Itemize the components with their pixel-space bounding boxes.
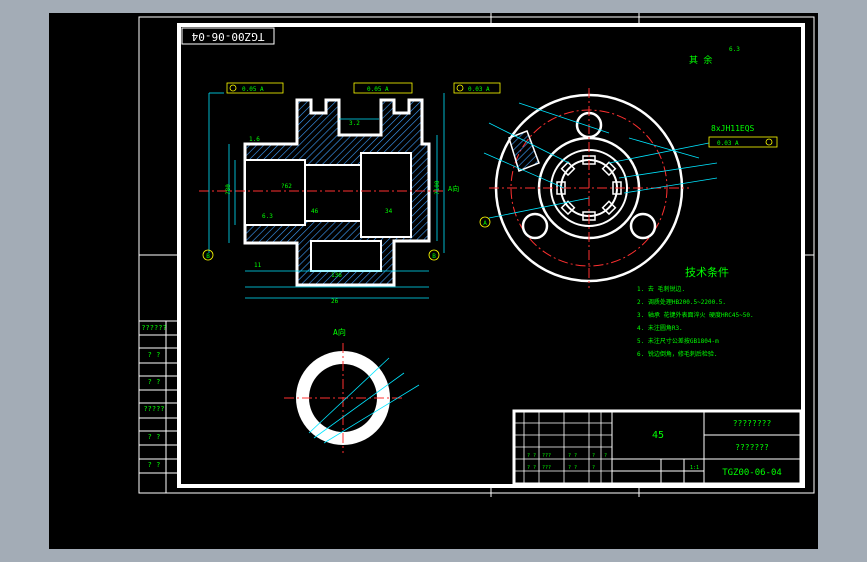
front-view: 8xJH11EQS 0.03 A A 其 余 6.3: [479, 46, 778, 288]
svg-text:6.3: 6.3: [729, 46, 740, 53]
section-a-label: A向: [448, 184, 459, 193]
drawing-frame: [177, 23, 805, 488]
tech-requirements: 技术条件 1. 去 毛刺锐边. 2. 调质处理HB200.5~2200.5. 3…: [637, 265, 754, 358]
left-side-table: ?????? ? ? ? ? ????? ? ? ? ?: [139, 320, 179, 493]
tech-note-5: 5. 未注尺寸公差按GB1804-m: [637, 337, 719, 345]
tech-note-3: 3. 轴承 花键外表面淬火 硬度HRC45~50.: [637, 311, 754, 319]
svg-text:?80: ?80: [225, 184, 232, 195]
spline-spec: 8xJH11EQS: [711, 124, 755, 133]
code-stamp: TGZ00-06-04: [181, 27, 275, 45]
svg-text:26: 26: [331, 298, 339, 305]
left-cell-2: ? ?: [148, 351, 161, 359]
surface-note: 其 余: [689, 54, 712, 66]
tech-note-4: 4. 未注圆角R3.: [637, 324, 683, 332]
left-cell-4: ?????: [143, 405, 164, 413]
fcf-1: 0.05 A: [226, 82, 284, 94]
fcf-2: 0.05 A: [353, 82, 413, 94]
scale-cell: 1:1: [690, 465, 699, 471]
view-a-label: A向: [333, 327, 346, 337]
svg-text:34: 34: [385, 208, 393, 215]
svg-text:0.05 A: 0.05 A: [367, 86, 389, 93]
left-cell-6: ? ?: [148, 461, 161, 469]
left-cell-5: ? ?: [148, 433, 161, 441]
svg-text:???: ???: [542, 465, 551, 471]
svg-text:0.03 A: 0.03 A: [468, 86, 490, 93]
svg-text:A: A: [483, 220, 487, 227]
a-view-ring: A向: [284, 327, 420, 453]
cad-drawing: TGZ00-06-04 ?????? ? ? ? ? ????? ? ? ? ?: [138, 13, 815, 497]
svg-text:?: ?: [592, 453, 595, 459]
svg-text:1.6: 1.6: [249, 136, 260, 143]
svg-text:B: B: [206, 253, 210, 260]
svg-text:?62: ?62: [281, 183, 292, 190]
svg-text:TGZ00-06-04: TGZ00-06-04: [191, 30, 264, 43]
svg-text:46: 46: [311, 208, 319, 215]
svg-text:0.05 A: 0.05 A: [242, 86, 264, 93]
svg-text:? ?: ? ?: [568, 453, 577, 459]
tech-title: 技术条件: [685, 265, 729, 279]
fcf-3: 0.03 A: [453, 82, 501, 94]
cad-drawing-canvas: TGZ00-06-04 ?????? ? ? ? ? ????? ? ? ? ?: [49, 13, 818, 549]
section-view: ?80 ?100 136 26 11 ?62 46 34 1.6 3.2 6.3…: [199, 82, 501, 305]
svg-text:0.03 A: 0.03 A: [717, 140, 739, 147]
title-block: ? ? ??? ? ? ? ? ? ? ??? ? ? ? 45 ???????…: [512, 409, 803, 486]
left-cell-1: ??????: [141, 324, 166, 332]
svg-text:?: ?: [592, 465, 595, 471]
svg-text:? ?: ? ?: [568, 465, 577, 471]
fcf-spline: 0.03 A: [708, 136, 778, 148]
svg-text:?: ?: [604, 453, 607, 459]
svg-text:???: ???: [542, 453, 551, 459]
svg-text:? ?: ? ?: [527, 465, 536, 471]
left-cell-3: ? ?: [148, 378, 161, 386]
svg-text:11: 11: [254, 262, 262, 269]
tech-note-1: 1. 去 毛刺锐边.: [637, 285, 685, 293]
svg-text:3.2: 3.2: [349, 120, 360, 127]
material-cell: 45: [652, 430, 664, 441]
tech-note-6: 6. 锐边倒角，修毛刺后检验.: [637, 350, 717, 358]
tech-note-2: 2. 调质处理HB200.5~2200.5.: [637, 298, 726, 306]
svg-text:136: 136: [331, 272, 342, 279]
svg-text:?100: ?100: [434, 180, 441, 195]
part-name-cell: ????????: [733, 419, 772, 428]
svg-text:B: B: [432, 253, 436, 260]
drawing-number-cell: TGZ00-06-04: [722, 468, 782, 478]
company-cell: ???????: [735, 443, 769, 452]
svg-text:? ?: ? ?: [527, 453, 536, 459]
svg-text:6.3: 6.3: [262, 213, 273, 220]
